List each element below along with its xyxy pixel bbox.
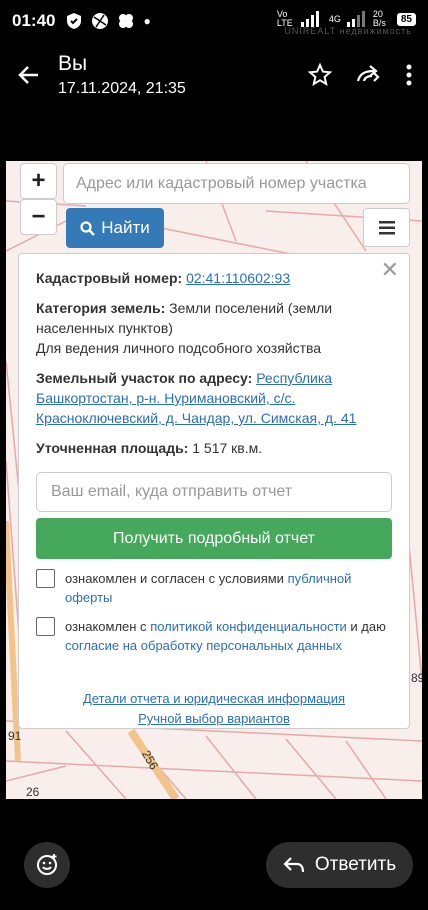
privacy-checkbox[interactable] (36, 617, 55, 636)
hamburger-icon (378, 220, 395, 234)
cadastral-link[interactable]: 02:41:110602:93 (186, 270, 290, 286)
offer-label: ознакомлен и согласен с условиями (65, 571, 284, 586)
details-link[interactable]: Детали отчета и юридическая информация (36, 689, 392, 709)
cadastral-label: Кадастровый номер: (36, 270, 183, 286)
offer-text: ознакомлен и согласен с условиями публич… (65, 569, 392, 607)
area-row: Уточненная площадь: 1 517 кв.м. (36, 438, 392, 458)
sender-name: Вы (58, 52, 88, 75)
ball-icon (92, 13, 109, 29)
sender-date: 17.11.2024, 21:35 (58, 80, 186, 97)
address-row: Земельный участок по адресу: Республика … (36, 368, 392, 428)
find-label: Найти (101, 218, 150, 237)
status-bar: 01:40 ● Vo LTE 4G 20 B/s 85 UNIREALT нед… (0, 0, 428, 42)
reply-label: Ответить (314, 854, 397, 875)
area-value: 1 517 кв.м. (192, 440, 263, 456)
offer-checkbox[interactable] (36, 569, 55, 588)
search-icon (80, 220, 96, 236)
app-bar: Вы 17.11.2024, 21:35 (0, 42, 428, 108)
more-icon[interactable] (406, 64, 412, 86)
category-label: Категория земель: (36, 300, 166, 316)
forward-icon[interactable] (356, 63, 382, 87)
signal-2-icon (346, 11, 365, 27)
watermark: UNIREALT недвижимость (284, 26, 412, 36)
image-attachment[interactable]: 91 256 26 89 + − Адрес или кадастровый н… (6, 161, 422, 799)
emoji-button[interactable] (24, 842, 70, 888)
reply-icon (283, 857, 304, 873)
email-field[interactable]: Ваш email, куда отправить отчет (36, 472, 392, 512)
manual-selection-link[interactable]: Ручной выбор вариантов (36, 709, 392, 729)
map-label: 91 (8, 729, 22, 743)
category-row: Категория земель: Земли поселений (земли… (36, 298, 392, 358)
dot-icon: ● (143, 14, 151, 28)
data-processing-link[interactable]: согласие на обработку персональных данны… (65, 638, 342, 653)
search-input[interactable]: Адрес или кадастровый номер участка (63, 163, 410, 204)
map-label: 26 (26, 785, 40, 799)
reply-button[interactable]: Ответить (266, 842, 413, 888)
privacy-label-b: и даю (350, 619, 386, 634)
cadastral-row: Кадастровый номер: 02:41:110602:93 (36, 268, 392, 288)
back-button[interactable] (0, 42, 58, 108)
area-label: Уточненная площадь: (36, 440, 189, 456)
star-icon[interactable] (308, 63, 332, 87)
consent-offer-row: ознакомлен и согласен с условиями публич… (36, 569, 392, 607)
consent-privacy-row: ознакомлен с политикой конфиденциальност… (36, 617, 392, 655)
privacy-label-a: ознакомлен с (65, 619, 147, 634)
zoom-in-button[interactable]: + (20, 163, 57, 199)
back-icon (18, 66, 38, 84)
signal-icon (300, 11, 319, 27)
title-block: Вы 17.11.2024, 21:35 (58, 52, 308, 98)
map-label: 89 (411, 671, 422, 685)
status-notification-icons: ● (65, 12, 151, 30)
find-button[interactable]: Найти (66, 208, 164, 248)
privacy-text: ознакомлен с политикой конфиденциальност… (65, 617, 392, 655)
footer-links: Детали отчета и юридическая информация Р… (36, 689, 392, 729)
get-report-button[interactable]: Получить подробный отчет (36, 518, 392, 559)
menu-button[interactable] (363, 208, 410, 247)
bottom-bar: Ответить (0, 826, 428, 910)
close-icon[interactable]: ✕ (381, 259, 399, 281)
address-label: Земельный участок по адресу: (36, 370, 253, 386)
shield-icon (67, 13, 82, 29)
privacy-policy-link[interactable]: политикой конфиденциальности (150, 619, 347, 634)
signal-4g-label: 4G (328, 14, 341, 24)
battery-icon: 85 (396, 12, 416, 26)
clover-icon (119, 14, 134, 28)
status-time: 01:40 (12, 11, 56, 30)
zoom-out-button[interactable]: − (20, 199, 57, 235)
category-use: Для ведения личного подсобного хозяйства (36, 340, 322, 356)
emoji-icon (37, 854, 57, 875)
parcel-info-card: ✕ Кадастровый номер: 02:41:110602:93 Кат… (18, 253, 410, 729)
app-actions (308, 63, 428, 87)
